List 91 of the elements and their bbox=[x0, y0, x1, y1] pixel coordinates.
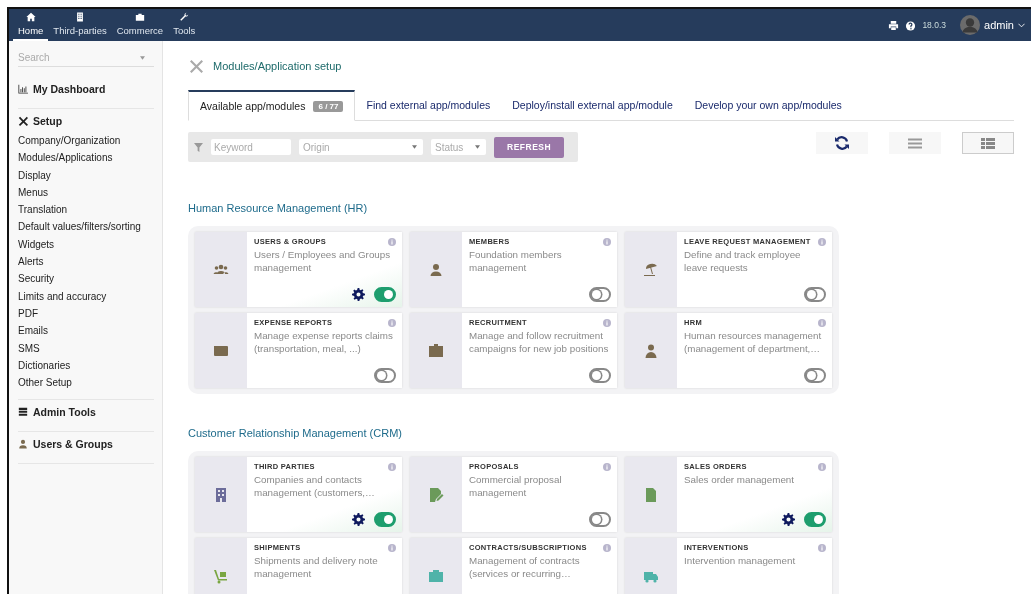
module-description: Define and track employee leave requests bbox=[684, 249, 802, 274]
dropdown-arrow-icon bbox=[475, 145, 480, 149]
module-description: Sales order management bbox=[684, 474, 795, 487]
sidebar-item[interactable]: SMS bbox=[18, 339, 154, 357]
dropdown-arrow-icon[interactable] bbox=[140, 56, 145, 60]
sidebar-item[interactable]: Company/Organization bbox=[18, 132, 154, 150]
settings-icon[interactable] bbox=[782, 513, 795, 526]
module-description: Commercial proposal management bbox=[469, 474, 563, 499]
building-icon bbox=[75, 12, 85, 22]
sync-icon bbox=[834, 135, 850, 151]
menu-item[interactable]: Tools bbox=[168, 9, 201, 41]
module-description: Manage and follow recruitment campaigns for new job positions bbox=[469, 330, 610, 355]
sidebar-item[interactable]: Dictionaries bbox=[18, 356, 154, 375]
grid-icon bbox=[980, 136, 996, 150]
dropdown-arrow-icon bbox=[412, 145, 417, 149]
info-icon[interactable] bbox=[603, 318, 611, 327]
info-icon[interactable] bbox=[603, 543, 611, 552]
info-icon[interactable] bbox=[388, 462, 396, 471]
sidebar-item[interactable]: Emails bbox=[18, 322, 154, 340]
info-icon[interactable] bbox=[388, 543, 396, 552]
user-menu[interactable]: admin bbox=[960, 15, 1025, 35]
chart-icon bbox=[18, 84, 28, 94]
sidebar-item[interactable]: Display bbox=[18, 166, 154, 184]
sidebar-item[interactable]: Other Setup bbox=[18, 374, 154, 392]
toggle-switch[interactable] bbox=[374, 287, 396, 302]
sidebar-item[interactable]: Limits and accuracy bbox=[18, 287, 154, 305]
sidebar-item[interactable]: PDF bbox=[18, 304, 154, 323]
toggle-switch[interactable] bbox=[589, 512, 611, 527]
info-icon[interactable] bbox=[603, 237, 611, 246]
toggle-switch[interactable] bbox=[374, 512, 396, 527]
grid-view-button[interactable] bbox=[962, 132, 1014, 154]
user-icon bbox=[18, 439, 28, 450]
settings-icon[interactable] bbox=[352, 513, 365, 526]
info-icon[interactable] bbox=[388, 237, 396, 246]
module-description: Shipments and delivery note management bbox=[254, 555, 379, 580]
sidebar-item[interactable]: Translation bbox=[18, 201, 154, 219]
keyword-field[interactable]: Keyword bbox=[211, 139, 291, 155]
toggle-switch[interactable] bbox=[589, 368, 611, 383]
module-description: Manage expense reports claims (transportation, meal, ...) bbox=[254, 330, 394, 355]
module-description: Foundation members management bbox=[469, 249, 563, 274]
settings-icon[interactable] bbox=[352, 288, 365, 301]
filter-icon bbox=[194, 142, 203, 152]
version-label: 18.0.3 bbox=[922, 20, 947, 30]
toggle-switch[interactable] bbox=[374, 368, 396, 383]
list-view-button[interactable] bbox=[889, 132, 941, 154]
caret-icon bbox=[1018, 22, 1025, 28]
module-description: Intervention management bbox=[684, 555, 797, 568]
module-description: Management of contracts (services or recurring… bbox=[469, 555, 581, 580]
list-icon bbox=[907, 136, 923, 150]
refresh-button[interactable]: REFRESH bbox=[494, 136, 565, 158]
sidebar-item[interactable]: Default values/filters/sorting bbox=[18, 218, 154, 236]
printer-icon[interactable] bbox=[888, 19, 900, 31]
section-title: Human Resource Management (HR) bbox=[188, 202, 369, 214]
sidebar-item[interactable]: Widgets bbox=[18, 235, 154, 254]
menu-item[interactable]: Commerce bbox=[111, 9, 169, 41]
menu-item[interactable]: Third-parties bbox=[48, 9, 112, 41]
info-icon[interactable] bbox=[603, 462, 611, 471]
sidebar-item[interactable]: Modules/Applications bbox=[18, 149, 154, 167]
info-icon[interactable] bbox=[818, 237, 826, 246]
info-icon[interactable] bbox=[818, 318, 826, 327]
avatar-icon bbox=[960, 15, 981, 35]
section-title: Customer Relationship Management (CRM) bbox=[188, 427, 403, 439]
sidebar-item[interactable]: Menus bbox=[18, 183, 154, 202]
sidebar-item[interactable]: Security bbox=[18, 270, 154, 288]
sidebar-heading[interactable]: My Dashboard bbox=[18, 83, 154, 95]
tab[interactable]: Develop your own app/modules bbox=[683, 90, 853, 120]
sidebar-heading[interactable]: Setup bbox=[18, 115, 154, 127]
info-icon[interactable] bbox=[818, 462, 826, 471]
sidebar-item[interactable]: Alerts bbox=[18, 253, 154, 271]
info-icon[interactable] bbox=[818, 543, 826, 552]
home-icon bbox=[25, 12, 36, 22]
wrench-icon bbox=[179, 12, 190, 22]
count-badge: 6 / 77 bbox=[313, 100, 344, 112]
search-field[interactable]: Search bbox=[18, 49, 154, 67]
page-title: Modules/Application setup bbox=[213, 60, 342, 72]
help-icon[interactable] bbox=[905, 19, 917, 31]
reload-button[interactable] bbox=[816, 132, 868, 154]
module-description: Users / Employees and Groups management bbox=[254, 249, 392, 274]
toggle-switch[interactable] bbox=[804, 287, 826, 302]
toggle-switch[interactable] bbox=[589, 287, 611, 302]
tab[interactable]: Deploy/install external app/module bbox=[501, 90, 684, 120]
sidebar-heading[interactable]: Admin Tools bbox=[18, 406, 154, 419]
tab[interactable]: Available app/modules 6 / 77 bbox=[188, 90, 356, 121]
tab[interactable]: Find external app/modules bbox=[355, 90, 502, 120]
briefcase-icon bbox=[134, 12, 145, 22]
toggle-switch[interactable] bbox=[804, 368, 826, 383]
module-description: Human resources management (management of department,… bbox=[684, 330, 823, 355]
sidebar-heading[interactable]: Users & Groups bbox=[18, 438, 154, 451]
module-description: Companies and contacts management (customers,… bbox=[254, 474, 376, 499]
toggle-switch[interactable] bbox=[804, 512, 826, 527]
info-icon[interactable] bbox=[388, 318, 396, 327]
